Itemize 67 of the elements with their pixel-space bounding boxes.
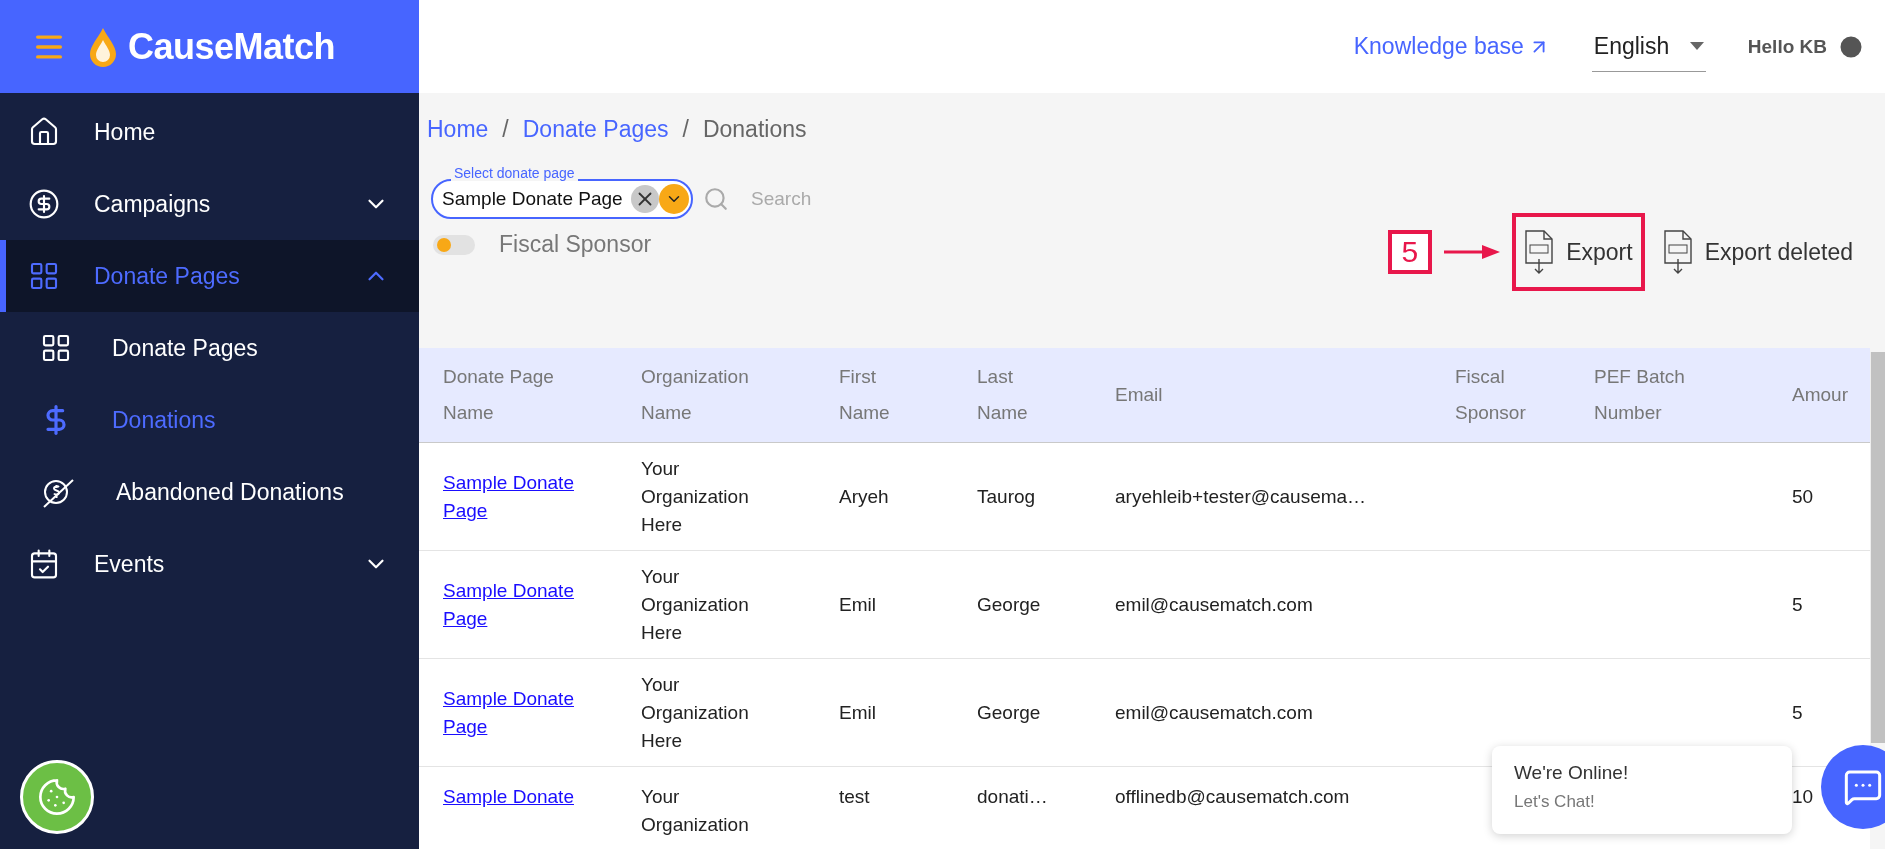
nav-item[interactable]: Campaigns [0,168,419,240]
export-button[interactable]: Export deleted [1650,213,1865,291]
table-cell-text: 5 [1792,700,1803,725]
table-cell-text: Your Organization [641,785,750,837]
table-cell-text: Your Organization Here [641,672,750,753]
nav-subitem[interactable]: Donate Pages [0,312,419,384]
column-header: Amour [1768,348,1870,443]
nav-item[interactable]: Home [0,96,419,168]
table-cell-text: Emil [839,592,876,617]
breadcrumb-item: Donations [702,115,807,143]
brand-name: CauseMatch [128,25,336,68]
grid-icon [28,260,60,292]
column-header: First Name [815,348,953,443]
dollar-circle-icon [28,188,60,220]
table-cell-text: emil@causematch.com [1115,700,1313,725]
table-cell-text: Your Organization Here [641,564,750,645]
field-label: Select donate page [451,165,578,181]
table-cell-text: donati… [977,785,1048,809]
column-header: Donate Page Name [419,348,617,443]
nav-subitem[interactable]: Donations [0,384,419,456]
column-header: Last Name [953,348,1091,443]
table-cell-text: George [977,700,1041,725]
toggle-label: Fiscal Sponsor [499,231,652,258]
donate-page-link[interactable]: Sample Donate Page [443,684,611,741]
user-greeting: Hello KB [1747,35,1827,58]
column-header: Organization Name [617,348,815,443]
table-cell-text: Taurog [977,484,1036,509]
table-cell-text: George [977,592,1041,617]
table-cell-text: 50 [1792,484,1814,509]
table-cell-text: Aryeh [839,484,889,509]
column-header: Email [1091,348,1431,443]
grid-icon [40,332,72,364]
nav-item[interactable]: Donate Pages [0,240,419,312]
table-cell-text: emil@causematch.com [1115,592,1313,617]
language-select[interactable]: English [1591,21,1706,72]
nav-item[interactable]: Events [0,528,419,600]
chat-popup[interactable]: We're Online! Let's Chat! [1492,746,1792,834]
file-download-icon [1662,229,1693,275]
donate-page-link[interactable]: Sample Donate Page [443,576,611,633]
knowledge-base-link[interactable]: Knowledge base [1353,33,1550,60]
table-cell-text: 10 [1792,785,1814,809]
table-cell-text: aryehleib+tester@causema… [1115,484,1367,509]
calendar-icon [28,548,60,580]
table-cell-text: test [839,785,870,809]
nav-subitem[interactable]: Abandoned Donations [0,456,419,528]
donate-page-link[interactable]: Sample Donate Page [443,468,611,525]
breadcrumb-item[interactable]: Donate Pages [522,115,669,143]
home-icon [28,116,60,148]
cookie-icon [37,777,77,817]
breadcrumb-separator: / [682,115,689,143]
table-cell-text: offlinedb@causematch.com [1115,785,1350,809]
table-cell-text: Emil [839,700,876,725]
breadcrumb-separator: / [502,115,509,143]
breadcrumb-item[interactable]: Home [427,115,489,143]
fiscal-sponsor-toggle[interactable] [433,234,475,255]
table-cell-text: Your Organization Here [641,456,750,537]
caret-icon [1689,42,1704,50]
donate-page-link[interactable]: Sample Donate [443,783,574,811]
column-header: PEF Batch Number [1570,348,1768,443]
search-icon [703,186,729,212]
table-cell-text: 5 [1792,592,1803,617]
column-header: Fiscal Sponsor [1431,348,1570,443]
search-field[interactable]: Search [749,187,879,211]
step-number: 5 [1387,230,1433,274]
scrollbar[interactable] [1870,352,1885,743]
file-download-icon [1524,229,1555,275]
export-button[interactable]: Export [1512,213,1645,291]
